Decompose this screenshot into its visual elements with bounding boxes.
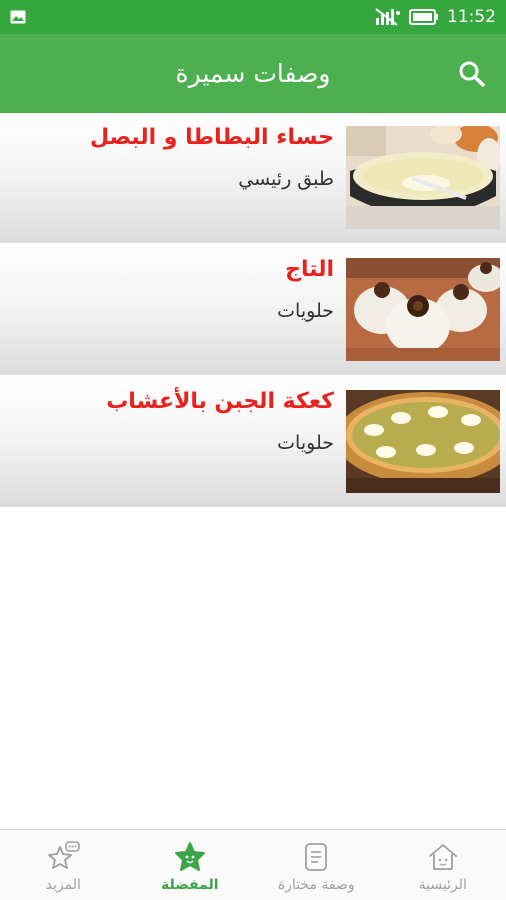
no-sim-signal-icon xyxy=(375,8,401,26)
recipe-category: حلويات xyxy=(277,432,334,454)
recipe-title: حساء البطاطا و البصل xyxy=(90,125,334,150)
nav-label-more: المزيد xyxy=(45,877,81,893)
home-icon xyxy=(426,841,460,873)
recipe-title: التاج xyxy=(285,257,334,282)
recipe-list: حساء البطاطا و البصل طبق رئيسي التاج حلو… xyxy=(0,113,506,509)
image-notification-icon xyxy=(10,10,26,24)
search-button[interactable] xyxy=(456,58,488,90)
app-title: وصفات سميرة xyxy=(175,59,331,88)
status-time: 11:52 xyxy=(447,7,496,27)
recipe-photo-taj xyxy=(346,258,500,361)
recipe-category: طبق رئيسي xyxy=(238,168,334,190)
star-icon xyxy=(173,841,207,873)
recipe-title: كعكة الجبن بالأعشاب xyxy=(106,389,334,414)
nav-more[interactable]: المزيد xyxy=(0,830,127,900)
nav-home[interactable]: الرئيسية xyxy=(380,830,506,900)
document-icon xyxy=(299,841,333,873)
recipe-item[interactable]: حساء البطاطا و البصل طبق رئيسي xyxy=(0,113,506,245)
recipe-category: حلويات xyxy=(277,300,334,322)
nav-label-home: الرئيسية xyxy=(418,877,467,893)
star-chat-icon xyxy=(46,841,81,873)
recipe-photo-potato-onion-soup xyxy=(346,126,500,229)
status-bar-right: 11:52 xyxy=(375,7,496,27)
recipe-item[interactable]: كعكة الجبن بالأعشاب حلويات xyxy=(0,377,506,509)
nav-label-favorites: المفضلة xyxy=(160,877,219,893)
nav-favorites[interactable]: المفضلة xyxy=(127,830,254,900)
battery-icon xyxy=(409,9,439,25)
recipe-photo-herb-cheesecake xyxy=(346,390,500,493)
status-bar: 11:52 xyxy=(0,0,506,34)
nav-label-featured-recipe: وصفة مختارة xyxy=(277,877,355,893)
search-icon xyxy=(459,61,485,87)
status-bar-left xyxy=(10,10,26,24)
app-bar: وصفات سميرة xyxy=(0,34,506,113)
recipe-item[interactable]: التاج حلويات xyxy=(0,245,506,377)
nav-featured-recipe[interactable]: وصفة مختارة xyxy=(253,830,380,900)
bottom-navigation: المزيد المفضلة وصفة مختارة الرئيسية xyxy=(0,829,506,900)
